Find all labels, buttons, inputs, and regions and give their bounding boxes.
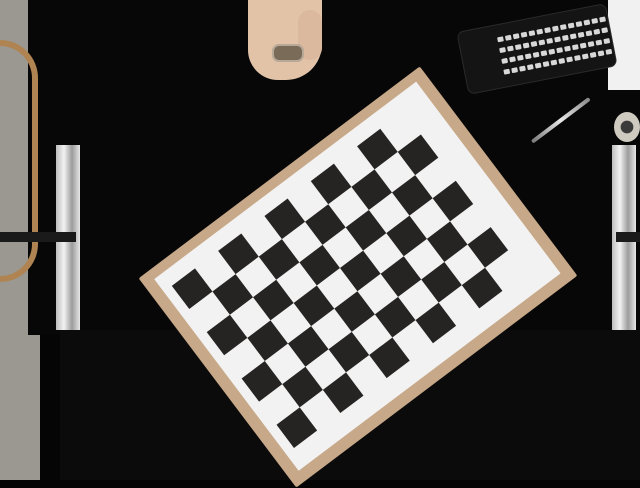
keyboard-key (567, 22, 575, 29)
keyboard-key (603, 38, 611, 45)
keyboard-key (542, 61, 550, 68)
photo-scene (0, 0, 640, 488)
keyboard-key (536, 28, 544, 35)
keyboard-key (605, 48, 613, 55)
keyboard-key (522, 42, 530, 49)
keyboard-key (561, 34, 569, 41)
keyboard-key (599, 16, 606, 23)
keyboard-key (507, 45, 514, 52)
keyboard-key (558, 57, 566, 65)
keyboard-key (566, 56, 574, 63)
keyboard-key (574, 54, 581, 61)
keyboard-key (514, 44, 522, 51)
keyboard-key (579, 42, 587, 49)
keyboard-key (524, 53, 532, 60)
keyboard-key (593, 28, 601, 35)
tape-roll (614, 112, 640, 142)
rail-crossbar-right (616, 232, 640, 242)
keyboard-key (585, 30, 593, 37)
keyboard-key (526, 64, 534, 71)
keyboard-key (519, 65, 526, 72)
keyboard-key (591, 17, 599, 24)
keyboard-key (499, 47, 506, 54)
keyboard-key (516, 54, 524, 61)
keyboard-key (559, 24, 567, 31)
keyboard-key (587, 41, 595, 48)
keyboard-key (597, 50, 605, 57)
keyboard-key (538, 39, 546, 46)
keyboard-key (504, 34, 512, 41)
keyboard-key (503, 68, 511, 75)
keyboard-key (601, 27, 609, 34)
keyboard-key (501, 57, 509, 64)
keyboard-key (509, 56, 516, 63)
keyboard-key (564, 45, 571, 52)
keyboard-key (554, 36, 561, 43)
keyboard-key (589, 51, 597, 58)
keyboard-key (512, 33, 520, 40)
keyboard-key (511, 67, 519, 74)
keyboard-key (528, 30, 536, 37)
ring (272, 44, 304, 62)
keyboard-key (530, 40, 538, 48)
keyboard-key (520, 31, 528, 38)
keyboard-key (540, 50, 548, 57)
keyboard-key (595, 39, 603, 46)
keyboard-key (569, 33, 577, 40)
keyboard-key (532, 51, 540, 58)
keyboard-key (546, 37, 554, 44)
keyboard-key (571, 44, 579, 51)
keyboard-key (548, 48, 556, 55)
keyboard-key (534, 62, 542, 69)
keyboard-key (544, 27, 552, 34)
keyboard-key (550, 59, 558, 66)
keyboard-key (497, 36, 504, 43)
rail-crossbar-left (0, 232, 76, 242)
keyboard-key (556, 47, 564, 54)
keyboard-key (583, 19, 591, 26)
keyboard-key (577, 31, 585, 38)
chair-armrest (0, 40, 38, 282)
keyboard-key (581, 53, 589, 60)
keyboard-key (552, 25, 559, 32)
keyboard-key (575, 20, 583, 28)
